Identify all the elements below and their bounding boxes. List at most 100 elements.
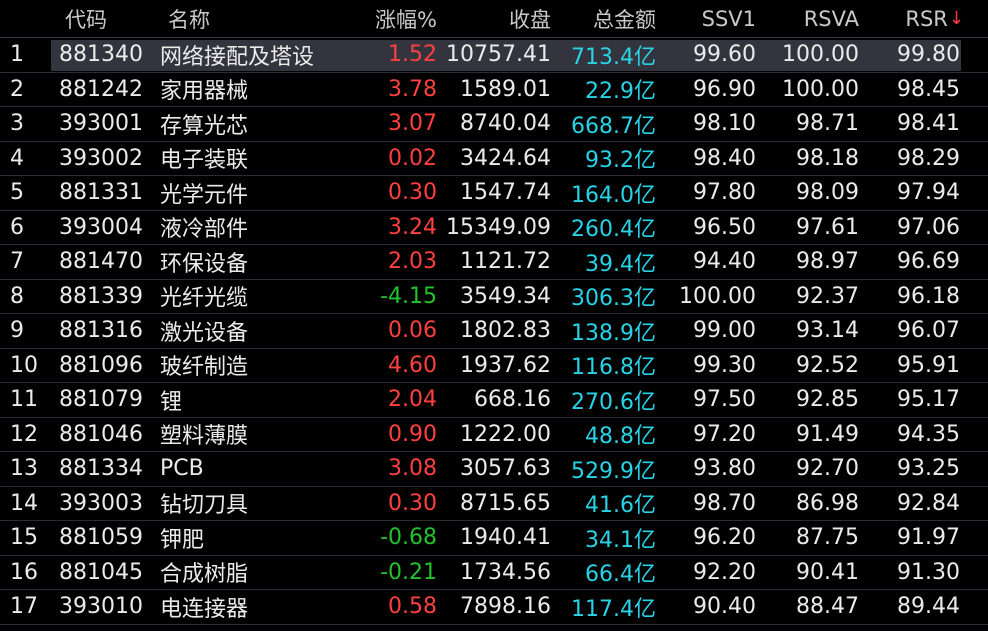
- row-amount-cell: 713.4亿: [571, 44, 656, 70]
- row-index-cell: 11: [10, 387, 38, 413]
- row-ssv1-cell: 90.40: [693, 594, 756, 620]
- row-ssv1-cell: 97.80: [693, 180, 756, 206]
- row-name-cell: 网络接配及塔设: [160, 44, 315, 70]
- row-name-cell: 合成树脂: [160, 562, 249, 588]
- row-index-cell: 15: [10, 525, 38, 551]
- sort-descending-icon: ↓: [948, 8, 964, 29]
- row-index-cell: 5: [10, 180, 24, 206]
- table-row[interactable]: 4 393002 电子装联 0.02 3424.64 93.2亿 98.40 98.18 98.…: [0, 142, 988, 176]
- header-rsr[interactable]: RSR ↓: [865, 0, 988, 37]
- row-ssv1-cell: 100.00: [679, 283, 756, 309]
- row-name-cell: PCB: [160, 456, 204, 482]
- row-rsva-cell: 100.00: [782, 76, 859, 102]
- row-amount-cell: 138.9亿: [571, 320, 656, 346]
- row-change-cell: 2.04: [388, 387, 437, 413]
- table-row[interactable]: 13 881334 PCB 3.08 3057.63 529.9亿 93.80 92.70 93…: [0, 452, 988, 487]
- row-name-cell: 锂: [160, 389, 183, 415]
- row-code-cell: 881331: [59, 180, 143, 206]
- row-code-cell: 393001: [59, 111, 143, 137]
- table-header-row: 代码 名称 涨幅% 收盘 总金额 SSV1 RSVA RSR ↓: [0, 0, 988, 38]
- row-name-cell: 玻纤制造: [160, 355, 249, 381]
- row-rsr-cell: 95.91: [897, 352, 960, 378]
- row-change-cell: -4.15: [380, 283, 437, 309]
- table-row[interactable]: 7 881470 环保设备 2.03 1121.72 39.4亿 94.40 98.97 96.…: [0, 245, 988, 280]
- row-change-cell: 0.30: [388, 490, 437, 516]
- row-name-cell: 环保设备: [160, 251, 249, 277]
- row-amount-cell: 116.8亿: [571, 355, 656, 381]
- header-change-pct[interactable]: 涨幅%: [348, 0, 443, 37]
- table-row[interactable]: 5 881331 光学元件 0.30 1547.74 164.0亿 97.80 98.09 97…: [0, 176, 988, 211]
- row-amount-cell: 529.9亿: [571, 458, 656, 484]
- row-rsva-cell: 98.71: [796, 111, 859, 137]
- row-close-cell: 15349.09: [446, 214, 551, 240]
- row-change-cell: -0.21: [380, 559, 437, 585]
- table-row[interactable]: 15 881059 钾肥 -0.68 1940.41 34.1亿 96.20 87.75 91.…: [0, 521, 988, 556]
- header-close[interactable]: 收盘: [443, 0, 556, 37]
- table-row[interactable]: 2 881242 家用器械 3.78 1589.01 22.9亿 96.90 100.00 98…: [0, 73, 988, 107]
- row-rsr-cell: 91.97: [897, 525, 960, 551]
- row-name-cell: 钻切刀具: [160, 493, 249, 519]
- row-name-cell: 光纤光缆: [160, 286, 249, 312]
- row-name-cell: 液冷部件: [160, 217, 249, 243]
- row-change-cell: 0.58: [388, 594, 437, 620]
- row-amount-cell: 270.6亿: [571, 389, 656, 415]
- header-amount[interactable]: 总金额: [556, 0, 660, 37]
- row-rsr-cell: 96.07: [897, 318, 960, 344]
- row-rsr-cell: 92.84: [897, 490, 960, 516]
- row-code-cell: 881079: [59, 387, 143, 413]
- row-amount-cell: 66.4亿: [585, 562, 656, 588]
- row-rsr-cell: 99.80: [897, 42, 960, 68]
- row-index-cell: 14: [10, 490, 38, 516]
- row-rsr-cell: 96.69: [897, 249, 960, 275]
- row-amount-cell: 668.7亿: [571, 113, 656, 139]
- header-ssv1[interactable]: SSV1: [660, 0, 762, 37]
- table-row[interactable]: 9 881316 激光设备 0.06 1802.83 138.9亿 99.00 93.14 96…: [0, 314, 988, 349]
- table-row[interactable]: 16 881045 合成树脂 -0.21 1734.56 66.4亿 92.20 90.41 9…: [0, 556, 988, 590]
- table-row[interactable]: 6 393004 液冷部件 3.24 15349.09 260.4亿 96.50 97.61 9…: [0, 211, 988, 245]
- table-row[interactable]: 3 393001 存算光芯 3.07 8740.04 668.7亿 98.10 98.71 98…: [0, 107, 988, 142]
- row-code-cell: 881340: [59, 42, 143, 68]
- row-rsva-cell: 88.47: [796, 594, 859, 620]
- row-change-cell: 3.24: [388, 214, 437, 240]
- header-name[interactable]: 名称: [151, 0, 348, 37]
- row-index-cell: 17: [10, 594, 38, 620]
- row-amount-cell: 22.9亿: [585, 79, 656, 105]
- row-close-cell: 1589.01: [460, 76, 551, 102]
- row-change-cell: 0.06: [388, 318, 437, 344]
- table-row[interactable]: 12 881046 塑料薄膜 0.90 1222.00 48.8亿 97.20 91.49 94…: [0, 418, 988, 452]
- row-name-cell: 塑料薄膜: [160, 424, 249, 450]
- row-ssv1-cell: 99.00: [693, 318, 756, 344]
- row-amount-cell: 306.3亿: [571, 286, 656, 312]
- row-close-cell: 8715.65: [460, 490, 551, 516]
- row-name-cell: 电连接器: [160, 596, 249, 622]
- row-close-cell: 1547.74: [460, 180, 551, 206]
- row-name-cell: 激光设备: [160, 320, 249, 346]
- table-row[interactable]: 8 881339 光纤光缆 -4.15 3549.34 306.3亿 100.00 92.37…: [0, 280, 988, 314]
- table-row[interactable]: 1 881340 网络接配及塔设 1.52 10757.41 713.4亿 99.60 100…: [0, 38, 988, 73]
- row-rsva-cell: 87.75: [796, 525, 859, 551]
- table-row[interactable]: 11 881079 锂 2.04 668.16 270.6亿 97.50 92.85 95.17: [0, 383, 988, 418]
- header-code[interactable]: 代码: [50, 0, 151, 37]
- row-rsva-cell: 98.18: [796, 145, 859, 171]
- header-index: [0, 0, 50, 37]
- table-row[interactable]: 14 393003 钻切刀具 0.30 8715.65 41.6亿 98.70 86.98 92…: [0, 487, 988, 521]
- row-code-cell: 393002: [59, 145, 143, 171]
- row-index-cell: 6: [10, 214, 24, 240]
- row-rsva-cell: 86.98: [796, 490, 859, 516]
- table-row[interactable]: 10 881096 玻纤制造 4.60 1937.62 116.8亿 99.30 92.52 9…: [0, 349, 988, 383]
- row-change-cell: 2.03: [388, 249, 437, 275]
- row-code-cell: 881242: [59, 76, 143, 102]
- row-index-cell: 12: [10, 421, 38, 447]
- row-ssv1-cell: 96.20: [693, 525, 756, 551]
- header-rsva[interactable]: RSVA: [762, 0, 865, 37]
- table-row[interactable]: 17 393010 电连接器 0.58 7898.16 117.4亿 90.40 88.47 8…: [0, 590, 988, 625]
- row-close-cell: 1121.72: [460, 249, 551, 275]
- row-index-cell: 3: [10, 111, 24, 137]
- row-code-cell: 881045: [59, 559, 143, 585]
- row-ssv1-cell: 96.90: [693, 76, 756, 102]
- row-close-cell: 1802.83: [460, 318, 551, 344]
- row-rsr-cell: 91.30: [897, 559, 960, 585]
- row-close-cell: 668.16: [474, 387, 551, 413]
- row-close-cell: 3549.34: [460, 283, 551, 309]
- row-rsva-cell: 91.49: [796, 421, 859, 447]
